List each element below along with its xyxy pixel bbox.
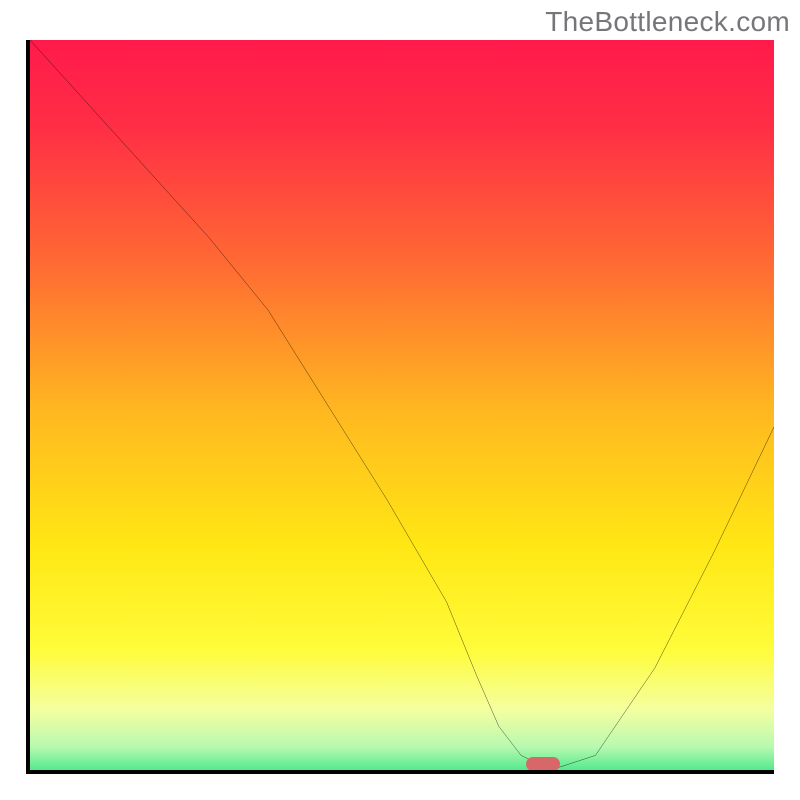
watermark-text: TheBottleneck.com <box>545 6 790 38</box>
optimal-marker <box>526 757 560 770</box>
bottleneck-chart: TheBottleneck.com <box>0 0 800 800</box>
plot-axes <box>26 40 774 774</box>
bottleneck-curve <box>30 40 774 770</box>
plot-area <box>30 40 774 770</box>
